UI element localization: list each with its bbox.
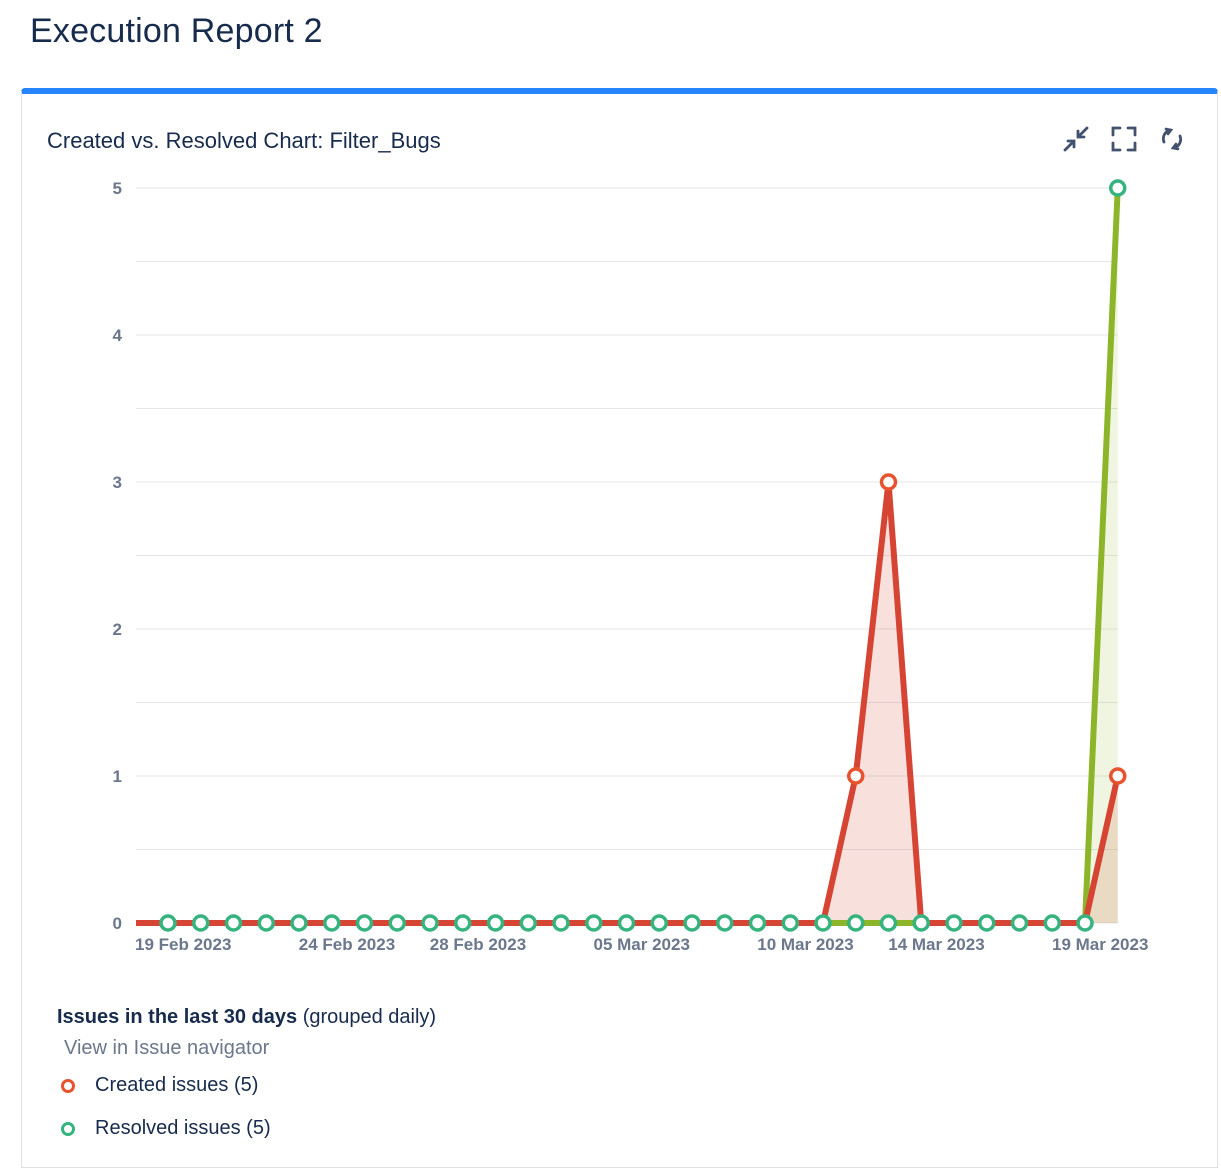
resolved-data-point [847,914,865,932]
resolved-data-point [617,914,636,932]
created-data-point [879,473,898,491]
y-tick-label: 0 [113,914,122,933]
resolved-data-point [716,914,734,932]
resolved-data-point [159,914,177,932]
resolved-data-point [748,914,767,932]
resolved-data-point [552,914,570,932]
resolved-data-point [650,914,668,932]
resolved-data-point [290,914,308,932]
resolved-data-point [912,914,930,932]
resolved-data-point [257,914,275,932]
resolved-data-point [814,914,832,932]
x-tick-label: 05 Mar 2023 [594,935,690,954]
y-tick-label: 5 [113,179,122,198]
resolved-data-point [1043,914,1061,932]
resolved-data-point [421,914,439,932]
resolved-data-point [1076,914,1094,932]
resolved-data-point [388,914,406,932]
x-tick-label: 14 Mar 2023 [888,935,984,954]
y-tick-label: 3 [113,473,122,492]
resolved-data-point [486,914,505,932]
resolved-data-point [781,914,799,932]
resolved-data-point [879,914,898,932]
resolved-data-point [519,914,537,932]
resolved-data-point [1010,914,1029,932]
resolved-data-point [454,914,472,932]
resolved-data-point [192,914,210,932]
resolved-data-point [355,914,374,932]
x-tick-label: 10 Mar 2023 [757,935,853,954]
resolved-data-point [978,914,996,932]
x-tick-label: 19 Mar 2023 [1052,935,1148,954]
resolved-data-point [585,914,603,932]
created-data-point [1109,767,1127,785]
resolved-data-point [323,914,341,932]
y-tick-label: 4 [113,326,123,345]
resolved-data-point [683,914,701,932]
x-tick-label: 19 Feb 2023 [135,935,231,954]
created-vs-resolved-chart: 0 1 2 3 4 5 19 Feb 2023 24 Feb 2023 28 Feb 2023 0… [113,179,1149,954]
y-tick-label: 2 [113,620,122,639]
x-tick-label: 28 Feb 2023 [430,935,526,954]
resolved-data-point [1109,179,1127,197]
x-tick-label: 24 Feb 2023 [299,935,395,954]
y-tick-label: 1 [113,767,122,786]
resolved-data-point [224,914,243,932]
resolved-data-point [945,914,963,932]
created-data-point [847,767,865,785]
